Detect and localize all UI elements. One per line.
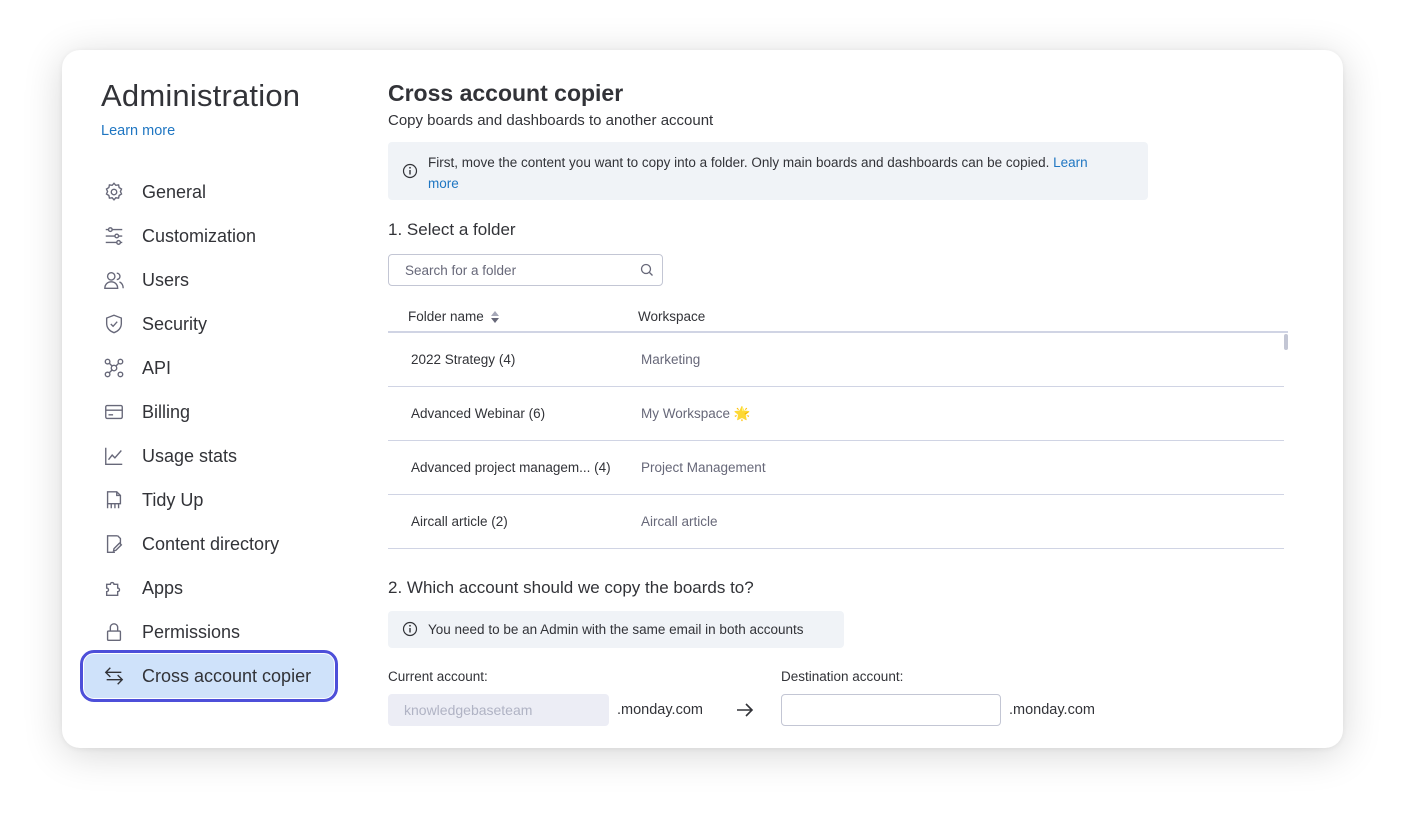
workspace-cell: Project Management [641, 460, 766, 475]
admin-info-text: You need to be an Admin with the same em… [428, 622, 804, 637]
sidebar-item-label: Apps [142, 577, 184, 598]
folder-name-cell: Advanced Webinar (6) [411, 406, 545, 421]
sidebar-item-permissions[interactable]: Permissions [84, 610, 334, 654]
users-icon [102, 268, 126, 292]
column-header-workspace: Workspace [638, 309, 706, 324]
document-edit-icon [102, 532, 126, 556]
sliders-icon [102, 224, 126, 248]
folder-name: Aircall article [411, 514, 488, 529]
sidebar-item-label: General [142, 181, 207, 202]
sidebar-item-security[interactable]: Security [84, 302, 334, 346]
sort-icon[interactable] [490, 310, 500, 324]
chart-icon [102, 444, 126, 468]
sidebar-item-api[interactable]: API [84, 346, 334, 390]
search-icon[interactable] [640, 263, 654, 277]
table-header: Folder name Workspace [388, 300, 1288, 333]
sidebar-item-label: Security [142, 313, 208, 334]
folder-count: (6) [528, 406, 546, 421]
page-title-administration: Administration [101, 78, 301, 113]
sidebar-item-label: Content directory [142, 533, 280, 554]
sidebar-nav: General Customization Users Security API… [80, 170, 338, 702]
folder-name: Advanced Webinar [411, 406, 525, 421]
sidebar-item-label: Tidy Up [142, 489, 204, 510]
step1-title: 1. Select a folder [388, 220, 516, 239]
sidebar-item-label: Cross account copier [142, 665, 312, 686]
workspace-cell: Aircall article [641, 514, 718, 529]
api-icon [102, 356, 126, 380]
folder-count: (2) [491, 514, 508, 529]
folder-count: (4) [498, 352, 516, 367]
current-account-input [388, 694, 609, 726]
destination-domain-suffix: .monday.com [1009, 702, 1095, 718]
arrow-right-icon [737, 703, 754, 717]
destination-account-label: Destination account: [781, 669, 904, 684]
column-header-label: Folder name [408, 309, 484, 324]
table-row[interactable]: Aircall article (2) Aircall article [388, 495, 1284, 549]
info-icon [402, 621, 418, 637]
table-row[interactable]: Advanced project managem... (4) Project … [388, 441, 1284, 495]
page-subtitle: Copy boards and dashboards to another ac… [388, 112, 714, 129]
sidebar-item-label: Usage stats [142, 445, 238, 466]
folder-count: (4) [594, 460, 611, 475]
table-scrollbar[interactable] [1284, 334, 1288, 350]
sidebar-item-users[interactable]: Users [84, 258, 334, 302]
sidebar-item-apps[interactable]: Apps [84, 566, 334, 610]
sidebar-item-label: Customization [142, 225, 257, 246]
folder-name-cell: Aircall article (2) [411, 514, 508, 529]
sidebar-item-label: Billing [142, 401, 191, 422]
sidebar-item-tidy-up[interactable]: Tidy Up [84, 478, 334, 522]
folder-search-input[interactable] [389, 255, 619, 285]
sidebar-item-general[interactable]: General [84, 170, 334, 214]
folder-name-cell: Advanced project managem... (4) [411, 460, 611, 475]
lock-icon [102, 620, 126, 644]
sidebar-item-billing[interactable]: Billing [84, 390, 334, 434]
sidebar-item-label: Users [142, 269, 190, 290]
info-icon [402, 163, 418, 179]
workspace-cell: Marketing [641, 352, 701, 367]
workspace-cell: My Workspace 🌟 [641, 406, 751, 421]
swap-arrows-icon [102, 664, 126, 688]
admin-panel: Administration Learn more General Custom… [62, 50, 1343, 748]
sidebar-item-label: Permissions [142, 621, 241, 642]
puzzle-icon [102, 576, 126, 600]
column-header-folder-name[interactable]: Folder name [408, 309, 500, 324]
credit-card-icon [102, 400, 126, 424]
sidebar-item-content-directory[interactable]: Content directory [84, 522, 334, 566]
sidebar-item-customization[interactable]: Customization [84, 214, 334, 258]
table-row[interactable]: Advanced Webinar (6) My Workspace 🌟 [388, 387, 1284, 441]
folder-name: Advanced project managem... [411, 460, 591, 475]
step2-title: 2. Which account should we copy the boar… [388, 578, 754, 597]
current-domain-suffix: .monday.com [617, 702, 703, 718]
page-title: Cross account copier [388, 80, 624, 106]
info-text: First, move the content you want to copy… [428, 155, 1050, 170]
sidebar-item-usage-stats[interactable]: Usage stats [84, 434, 334, 478]
broom-icon [102, 488, 126, 512]
admin-info-banner: You need to be an Admin with the same em… [388, 611, 844, 648]
current-account-label: Current account: [388, 669, 488, 684]
folders-table: Folder name Workspace 2022 Strategy (4) … [388, 300, 1288, 549]
sidebar-item-cross-account-copier[interactable]: Cross account copier [80, 650, 338, 702]
folder-search-box [388, 254, 663, 286]
folder-name-cell: 2022 Strategy (4) [411, 352, 515, 367]
learn-more-link[interactable]: Learn more [101, 123, 175, 139]
destination-account-input[interactable] [781, 694, 1001, 726]
gear-icon [102, 180, 126, 204]
table-row[interactable]: 2022 Strategy (4) Marketing [388, 333, 1284, 387]
sidebar-item-label: API [142, 357, 172, 378]
shield-icon [102, 312, 126, 336]
info-banner: First, move the content you want to copy… [388, 142, 1148, 200]
folder-name: 2022 Strategy [411, 352, 496, 367]
main-content: Cross account copier Copy boards and das… [388, 50, 1343, 748]
